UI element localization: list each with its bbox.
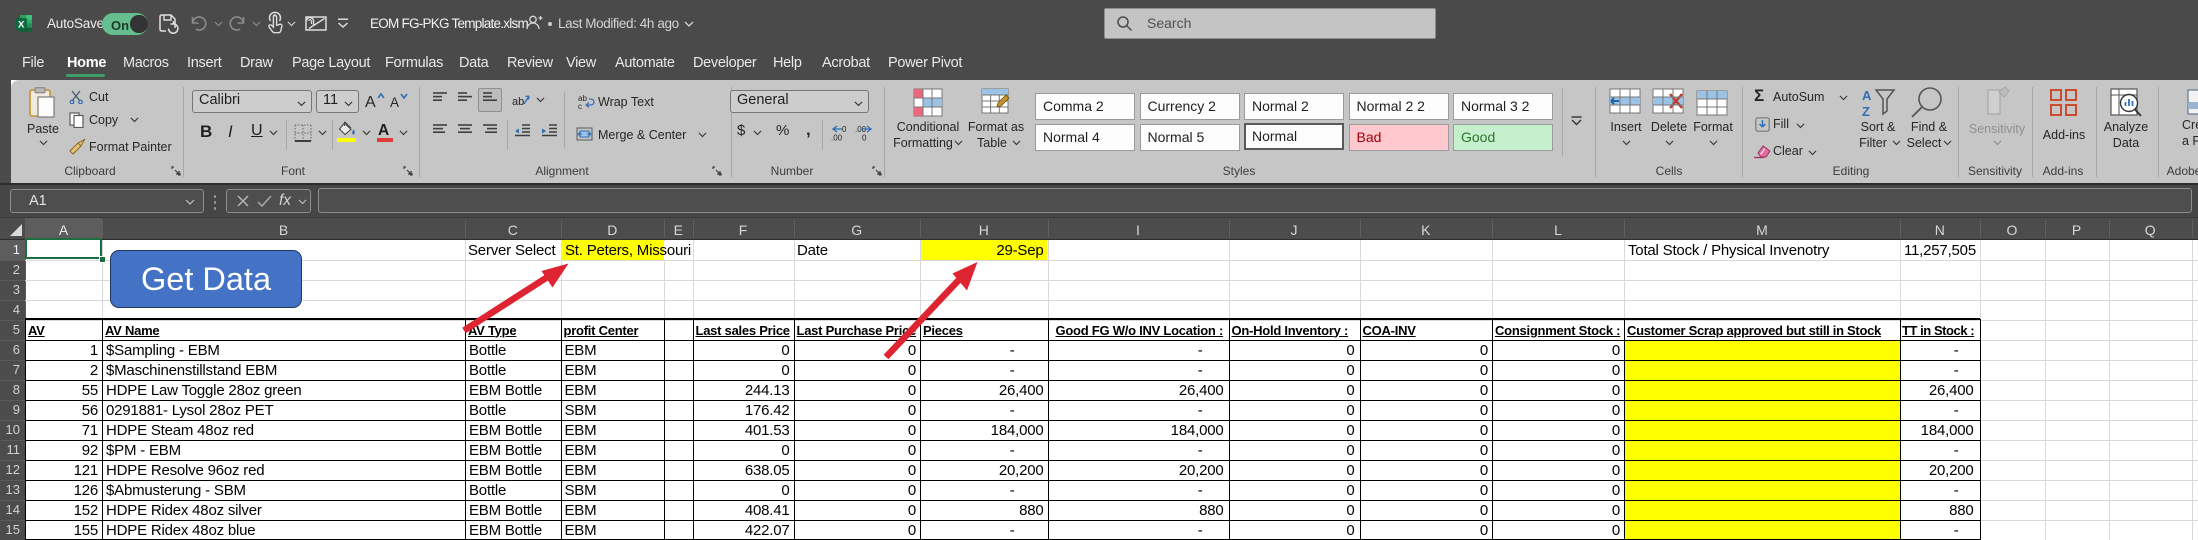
svg-text:A: A — [1862, 88, 1872, 103]
svg-text:0: 0 — [862, 134, 867, 142]
svg-text:c: c — [578, 102, 582, 109]
svg-text:.00: .00 — [831, 134, 843, 142]
svg-text:A: A — [390, 95, 399, 110]
svg-text:A: A — [365, 94, 376, 110]
svg-text:X: X — [18, 20, 25, 31]
svg-text:ab: ab — [512, 96, 524, 108]
svg-text:Z: Z — [1862, 104, 1870, 118]
svg-text:0: 0 — [842, 125, 847, 134]
